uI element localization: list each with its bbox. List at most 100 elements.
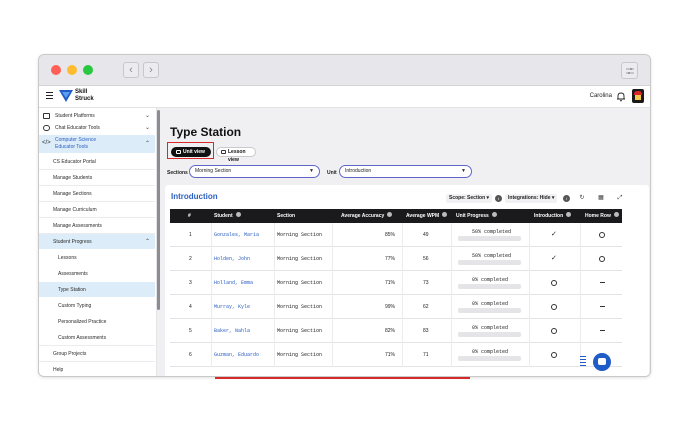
sidebar-item-manage-students[interactable]: Manage Students	[39, 170, 155, 185]
introduction-check-icon: ✓	[551, 255, 557, 262]
sidebar-item-lessons[interactable]: Lessons	[39, 250, 155, 265]
highlight-box	[167, 142, 214, 159]
column-separator	[332, 295, 333, 319]
column-separator	[580, 223, 581, 247]
header-average-wpm[interactable]: Average WPM	[406, 209, 448, 223]
sort-icon[interactable]	[491, 212, 497, 218]
drag-handle-icon[interactable]	[580, 356, 586, 368]
minimize-window-button[interactable]	[67, 65, 77, 75]
column-separator	[211, 343, 212, 367]
wpm-cell: 49	[423, 232, 429, 238]
sidebar-item-assessments[interactable]: Assessments	[39, 266, 155, 281]
sidebar-item-label: Type Station	[58, 287, 86, 293]
sidebar-item-type-station[interactable]: Type Station	[39, 282, 155, 297]
table-row: 6 Guzman, Eduardo Morning Section 71% 71 0% c…	[170, 343, 622, 367]
info-icon[interactable]: i	[495, 195, 502, 202]
column-separator	[211, 271, 212, 295]
dropdown-arrow-icon: ▼	[461, 168, 466, 174]
column-separator	[529, 319, 530, 343]
student-name-link[interactable]: Murray, Kyle	[214, 295, 250, 319]
student-name-link[interactable]: Gonzales, Maria	[214, 223, 259, 247]
scope-select[interactable]: Scope: Section ▾	[446, 194, 493, 203]
column-separator	[274, 343, 275, 367]
sidebar-item-group-projects[interactable]: Group Projects	[39, 346, 155, 361]
sidebar-item-manage-assessments[interactable]: Manage Assessments	[39, 218, 155, 233]
sidebar-item-custom-assessments[interactable]: Custom Assessments	[39, 330, 155, 345]
expand-icon[interactable]: ⤢	[615, 193, 625, 203]
forward-button[interactable]: ›	[143, 62, 159, 78]
sidebar-item-label: Personalized Practice	[58, 319, 107, 325]
chevron-up-icon: ⌃	[144, 141, 150, 147]
skillstruck-logo-icon	[59, 90, 73, 102]
accuracy-cell: 71%	[385, 352, 396, 358]
chat-icon	[43, 125, 50, 131]
table-row: 4 Murray, Kyle Morning Section 99% 62 0% comp…	[170, 295, 622, 319]
table-row: 5 Baker, Nahla Morning Section 82% 83 0% comp…	[170, 319, 622, 343]
avatar[interactable]	[632, 89, 644, 103]
lesson-view-button[interactable]: Lesson view	[216, 147, 256, 163]
header-introduction[interactable]: Introduction	[534, 209, 572, 223]
column-separator	[332, 343, 333, 367]
sort-icon[interactable]	[442, 212, 448, 218]
accuracy-cell: 85%	[385, 232, 396, 238]
header-student[interactable]: Student	[214, 209, 241, 223]
settings-sliders-icon[interactable]	[621, 62, 638, 79]
sidebar-item-student-progress[interactable]: Student Progress ⌃	[39, 234, 155, 249]
integrations-select[interactable]: Integrations: Hide ▾	[505, 194, 558, 203]
integrations-label: Integrations: Hide	[508, 195, 551, 201]
sidebar-item-cs-educator-portal[interactable]: CS Educator Portal	[39, 154, 155, 169]
back-button[interactable]: ‹	[123, 62, 139, 78]
refresh-icon[interactable]: ↻	[577, 193, 587, 203]
column-separator	[211, 319, 212, 343]
header-unit-progress[interactable]: Unit Progress	[456, 209, 497, 223]
column-separator	[580, 295, 581, 319]
table-icon[interactable]: ▦	[596, 193, 606, 203]
column-separator	[529, 223, 530, 247]
sidebar-scrollbar[interactable]	[157, 110, 160, 310]
sort-icon[interactable]	[566, 212, 572, 218]
maximize-window-button[interactable]	[83, 65, 93, 75]
hamburger-menu-icon[interactable]	[46, 92, 53, 101]
column-separator	[451, 343, 452, 367]
column-separator	[580, 247, 581, 271]
info-icon[interactable]: i	[563, 195, 570, 202]
chevron-up-icon: ⌃	[144, 239, 150, 245]
sort-icon[interactable]	[235, 212, 241, 218]
unit-select[interactable]: Introduction ▼	[339, 165, 472, 178]
introduction-check-icon: ✓	[551, 231, 557, 238]
sidebar-item-label: Student Progress	[53, 239, 92, 245]
student-name-link[interactable]: Holden, John	[214, 247, 250, 271]
sidebar-item-label: Manage Assessments	[53, 223, 102, 229]
close-window-button[interactable]	[51, 65, 61, 75]
progress-bar	[458, 284, 521, 289]
bell-icon[interactable]	[616, 91, 626, 102]
sidebar-item-computer-science-educator-tools[interactable]: </> Computer Science Educator Tools ⌃	[39, 135, 155, 153]
sidebar-item-label: Assessments	[58, 271, 88, 277]
column-separator	[274, 295, 275, 319]
sidebar-item-personalized-practice[interactable]: Personalized Practice	[39, 314, 155, 329]
student-name-link[interactable]: Baker, Nahla	[214, 319, 250, 343]
sidebar-item-help[interactable]: Help	[39, 362, 155, 376]
sort-icon[interactable]	[613, 212, 619, 218]
sidebar-item-custom-typing[interactable]: Custom Typing	[39, 298, 155, 313]
sections-select[interactable]: Morning Section ▼	[189, 165, 320, 178]
column-separator	[580, 319, 581, 343]
header-average-accuracy[interactable]: Average Accuracy	[341, 209, 393, 223]
table-row: 1 Gonzales, Maria Morning Section 85% 49 50% …	[170, 223, 622, 247]
sort-icon[interactable]	[387, 212, 393, 218]
sidebar-item-student-platforms[interactable]: Student Platforms ⌄	[39, 111, 155, 121]
progress-bar	[458, 308, 521, 313]
accuracy-cell: 99%	[385, 304, 396, 310]
table-row: 3 Holland, Emma Morning Section 71% 73 0% com…	[170, 271, 622, 295]
sidebar-item-manage-curriculum[interactable]: Manage Curriculum	[39, 202, 155, 217]
user-name[interactable]: Carolina	[590, 93, 612, 99]
chat-button[interactable]	[593, 353, 611, 371]
lesson-view-label: Lesson view	[228, 149, 246, 163]
card-title: Introduction	[171, 192, 218, 201]
header-home-row[interactable]: Home Row	[585, 209, 619, 223]
section-cell: Morning Section	[277, 328, 323, 334]
student-name-link[interactable]: Holland, Emma	[214, 271, 253, 295]
student-name-link[interactable]: Guzman, Eduardo	[214, 343, 259, 367]
sidebar-item-manage-sections[interactable]: Manage Sections	[39, 186, 155, 201]
sidebar-item-chat-educator-tools[interactable]: Chat Educator Tools ⌄	[39, 123, 155, 133]
